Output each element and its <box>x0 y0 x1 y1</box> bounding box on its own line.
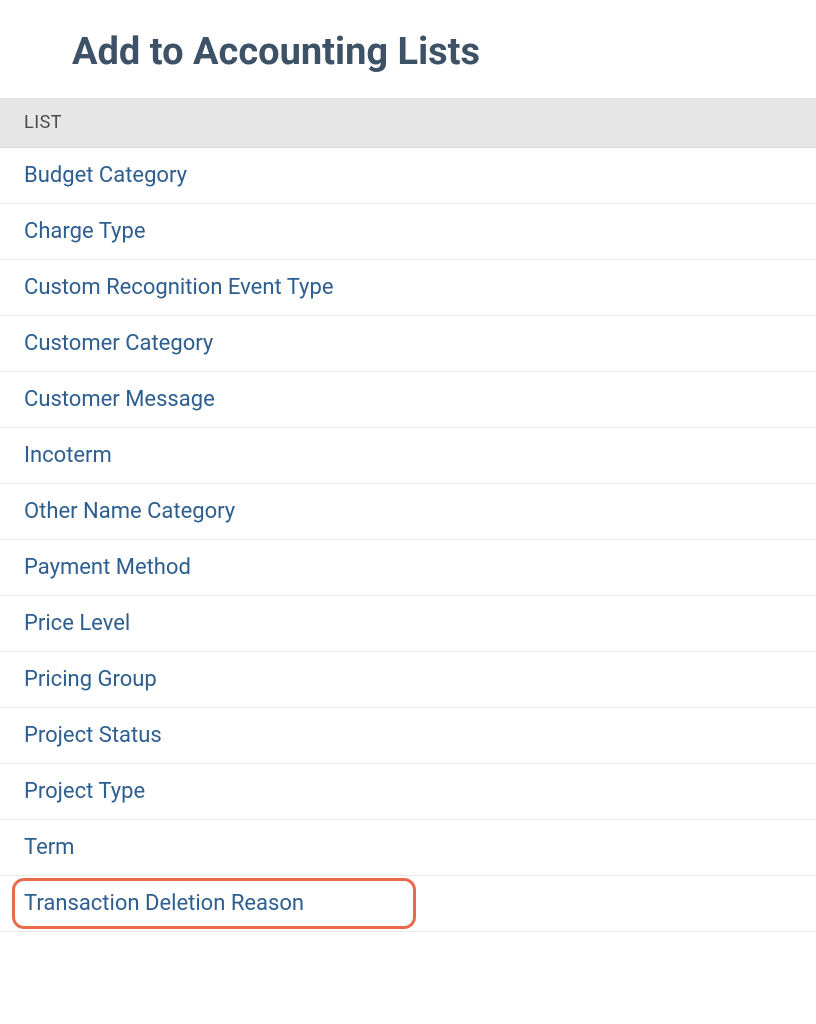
list-item[interactable]: Pricing Group <box>0 652 816 708</box>
list-item[interactable]: Charge Type <box>0 204 816 260</box>
list-item[interactable]: Term <box>0 820 816 876</box>
list-item[interactable]: Payment Method <box>0 540 816 596</box>
list-item-label: Other Name Category <box>24 499 235 524</box>
list-item-label: Budget Category <box>24 163 187 188</box>
list-item-label: Project Status <box>24 723 162 748</box>
list-item-label: Incoterm <box>24 443 112 468</box>
list-item-label: Transaction Deletion Reason <box>24 891 304 916</box>
list-item[interactable]: Project Type <box>0 764 816 820</box>
accounting-lists-container: Budget Category Charge Type Custom Recogni… <box>0 148 816 932</box>
list-item-label: Pricing Group <box>24 667 157 692</box>
list-item[interactable]: Budget Category <box>0 148 816 204</box>
list-item[interactable]: Customer Category <box>0 316 816 372</box>
list-item[interactable]: Other Name Category <box>0 484 816 540</box>
table-column-header: LIST <box>0 98 816 148</box>
list-item-label: Project Type <box>24 779 145 804</box>
list-item-label: Custom Recognition Event Type <box>24 275 333 300</box>
list-item[interactable]: Customer Message <box>0 372 816 428</box>
list-item[interactable]: Custom Recognition Event Type <box>0 260 816 316</box>
page-title: Add to Accounting Lists <box>0 0 816 98</box>
list-item[interactable]: Project Status <box>0 708 816 764</box>
list-item-label: Charge Type <box>24 219 145 244</box>
list-item-label: Customer Message <box>24 387 215 412</box>
list-item-label: Customer Category <box>24 331 213 356</box>
list-item[interactable]: Transaction Deletion Reason <box>0 876 816 932</box>
list-item-label: Term <box>24 835 74 860</box>
list-item[interactable]: Price Level <box>0 596 816 652</box>
list-item-label: Payment Method <box>24 555 191 580</box>
list-item-label: Price Level <box>24 611 130 636</box>
list-item[interactable]: Incoterm <box>0 428 816 484</box>
